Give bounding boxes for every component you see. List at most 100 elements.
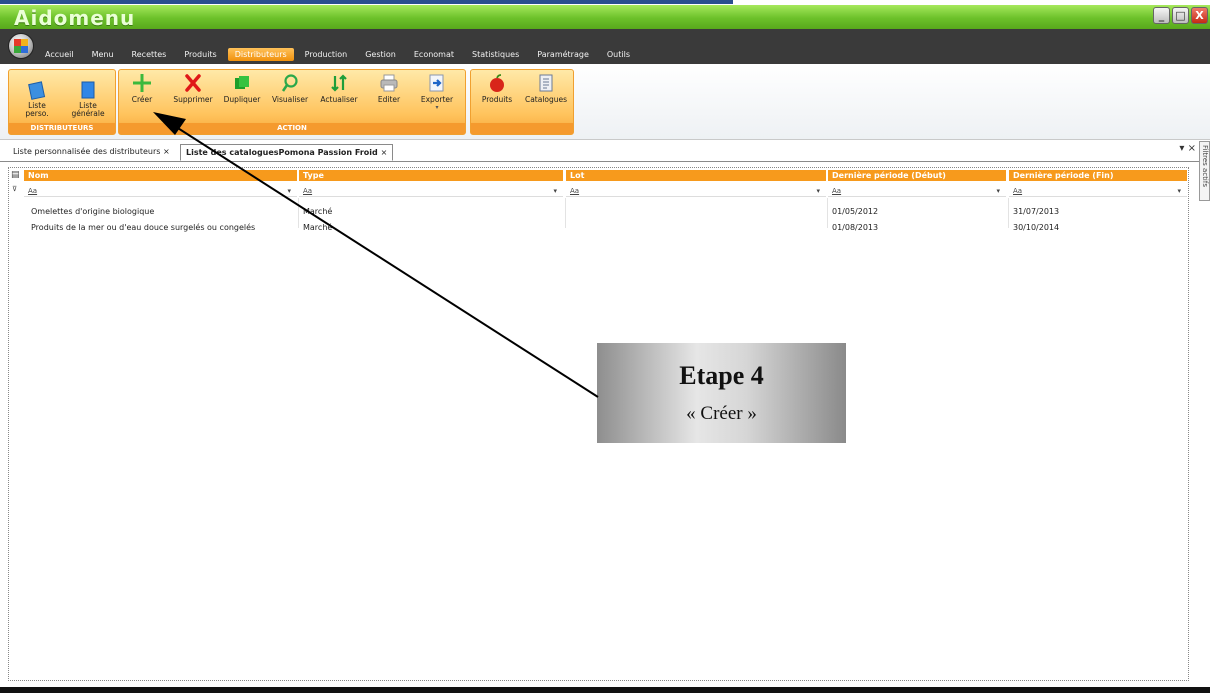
table-row[interactable]: Produits de la mer ou d'eau douce surgel… [31, 221, 1186, 235]
column-header-debut[interactable]: Dernière période (Début) [828, 170, 1006, 181]
magnifier-icon [280, 73, 300, 93]
tab-close-icon[interactable]: × [381, 148, 388, 157]
cell-type: Marché [303, 223, 333, 232]
menu-menu[interactable]: Menu [85, 48, 121, 61]
window-controls: _ □ X [1153, 7, 1208, 24]
cell-debut: 01/08/2013 [832, 223, 879, 232]
menu-production[interactable]: Production [298, 48, 355, 61]
maximize-button[interactable]: □ [1172, 7, 1189, 24]
chevron-down-icon[interactable]: ▾ [1177, 185, 1181, 197]
cell-nom: Omelettes d'origine biologique [31, 207, 155, 216]
actualiser-label: Actualiser [320, 95, 358, 104]
filter-row-icon: ⊽ [12, 185, 18, 193]
filter-lot[interactable]: Aa ▾ [566, 185, 826, 197]
creer-button[interactable]: Créer [125, 73, 159, 104]
menu-outils[interactable]: Outils [600, 48, 637, 61]
exporter-button[interactable]: Exporter ▾ [415, 73, 459, 111]
filter-nom[interactable]: Aa ▾ [24, 185, 297, 197]
menu-economat[interactable]: Economat [407, 48, 461, 61]
apple-icon [487, 73, 507, 93]
tab-label: Liste personnalisée des distributeurs [13, 147, 161, 156]
tab-label: Liste des cataloguesPomona Passion Froid [186, 148, 378, 157]
column-header-type[interactable]: Type [299, 170, 563, 181]
menu-bar: Accueil Menu Recettes Produits Distribut… [0, 29, 1210, 64]
cell-fin: 30/10/2014 [1013, 223, 1060, 232]
menu-recettes[interactable]: Recettes [125, 48, 174, 61]
menu-produits[interactable]: Produits [177, 48, 223, 61]
catalog-icon [536, 73, 556, 93]
cell-nom: Produits de la mer ou d'eau douce surgel… [31, 223, 256, 232]
column-header-nom[interactable]: Nom [24, 170, 297, 181]
filter-placeholder: Aa [570, 187, 580, 195]
group-label-distributeurs: DISTRIBUTEURS [9, 123, 115, 134]
filter-placeholder: Aa [303, 187, 313, 195]
tab-close-icon[interactable]: × [163, 147, 170, 156]
plus-icon [132, 73, 152, 93]
callout-subtitle: « Créer » [686, 403, 757, 424]
column-header-fin[interactable]: Dernière période (Fin) [1009, 170, 1187, 181]
menu-distributeurs[interactable]: Distributeurs [227, 48, 294, 61]
tab-liste-catalogues[interactable]: Liste des cataloguesPomona Passion Froid… [180, 144, 394, 161]
produits-button[interactable]: Produits [477, 73, 517, 104]
liste-generale-button[interactable]: Liste générale [65, 80, 111, 118]
cell-debut: 01/05/2012 [832, 207, 879, 216]
chevron-down-icon[interactable]: ▾ [287, 185, 291, 197]
printer-icon [379, 73, 399, 93]
produits-label: Produits [481, 95, 513, 104]
filter-type[interactable]: Aa ▾ [299, 185, 563, 197]
dupliquer-button[interactable]: Dupliquer [221, 73, 263, 104]
menu-items: Accueil Menu Recettes Produits Distribut… [38, 48, 641, 61]
tab-menu-controls[interactable]: ▾ × [1179, 143, 1196, 154]
chevron-down-icon[interactable]: ▾ [996, 185, 1000, 197]
table-row[interactable]: Omelettes d'origine biologique Marché 01… [31, 205, 1186, 219]
filter-placeholder: Aa [28, 187, 38, 195]
menu-statistiques[interactable]: Statistiques [465, 48, 526, 61]
ribbon-group-catalogues: Produits Catalogues [470, 69, 574, 135]
orb-quad-icon [21, 39, 28, 46]
supprimer-button[interactable]: Supprimer [171, 73, 215, 104]
column-chooser-icon[interactable]: ▤ [11, 170, 22, 181]
ribbon: Liste perso. Liste générale DISTRIBUTEUR… [0, 64, 1210, 140]
catalogues-label: Catalogues [524, 95, 568, 104]
exporter-label: Exporter [420, 95, 454, 104]
menu-accueil[interactable]: Accueil [38, 48, 81, 61]
group-label-action: ACTION [119, 123, 465, 134]
liste-perso-label: Liste perso. [25, 101, 49, 118]
chevron-down-icon[interactable]: ▾ [816, 185, 820, 197]
supprimer-label: Supprimer [173, 95, 213, 104]
filter-placeholder: Aa [1013, 187, 1023, 195]
filter-fin[interactable]: Aa ▾ [1009, 185, 1187, 197]
x-icon [183, 73, 203, 93]
catalogues-button[interactable]: Catalogues [523, 73, 569, 104]
bottom-bar [0, 687, 1210, 693]
duplicate-icon [232, 73, 252, 93]
step-callout: Etape 4 « Créer » [597, 343, 846, 443]
filter-debut[interactable]: Aa ▾ [828, 185, 1006, 197]
cell-type: Marché [303, 207, 333, 216]
minimize-button[interactable]: _ [1153, 7, 1170, 24]
app-title: Aidomenu [14, 6, 136, 30]
visualiser-button[interactable]: Visualiser [269, 73, 311, 104]
menu-gestion[interactable]: Gestion [358, 48, 403, 61]
document-tabs: Liste personnalisée des distributeurs × … [0, 141, 1210, 162]
creer-label: Créer [131, 95, 153, 104]
close-button[interactable]: X [1191, 7, 1208, 24]
book-icon [78, 80, 98, 100]
filtres-actifs-label: Filtres actifs [1201, 145, 1209, 187]
liste-generale-label: Liste générale [71, 101, 105, 118]
liste-perso-button[interactable]: Liste perso. [17, 80, 57, 118]
filtres-actifs-panel-tab[interactable]: Filtres actifs [1199, 141, 1210, 201]
title-bar: Aidomenu _ □ X [0, 5, 1210, 30]
export-icon [427, 73, 447, 93]
column-header-lot[interactable]: Lot [566, 170, 826, 181]
actualiser-button[interactable]: Actualiser [317, 73, 361, 104]
filter-placeholder: Aa [832, 187, 842, 195]
tab-liste-personnalisee[interactable]: Liste personnalisée des distributeurs × [8, 144, 175, 159]
app-orb-button[interactable] [8, 33, 34, 59]
menu-parametrage[interactable]: Paramétrage [530, 48, 596, 61]
cell-fin: 31/07/2013 [1013, 207, 1060, 216]
chevron-down-icon[interactable]: ▾ [553, 185, 557, 197]
orb-quad-icon [21, 46, 28, 53]
dupliquer-label: Dupliquer [223, 95, 261, 104]
editer-button[interactable]: Editer [371, 73, 407, 104]
